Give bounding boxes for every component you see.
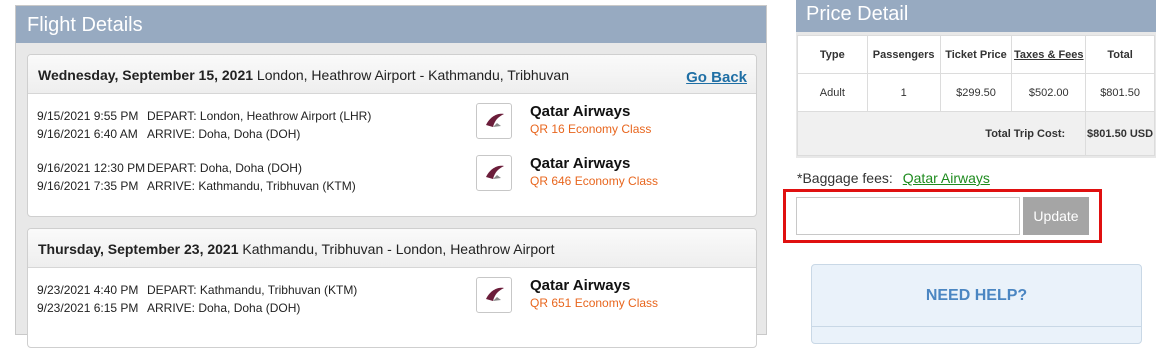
- flight-segment: 9/23/2021 4:40 PM DEPART: Kathmandu, Trib…: [28, 277, 756, 321]
- arrive-text: ARRIVE: Kathmandu, Tribhuvan (KTM): [147, 179, 356, 193]
- leg-header: Wednesday, September 15, 2021 London, He…: [28, 55, 756, 94]
- promo-code-box: Update: [783, 189, 1102, 243]
- cell-ticket-price: $299.50: [939, 73, 1013, 112]
- depart-text: DEPART: London, Heathrow Airport (LHR): [147, 109, 372, 123]
- total-trip-cost-label: Total Trip Cost:: [796, 111, 1087, 156]
- baggage-fees: *Baggage fees: Qatar Airways: [797, 170, 990, 186]
- column-header-type: Type: [797, 35, 868, 74]
- price-detail-title: Price Detail: [796, 0, 1156, 32]
- depart-text: DEPART: Kathmandu, Tribhuvan (KTM): [147, 283, 358, 297]
- update-button[interactable]: Update: [1023, 197, 1089, 235]
- leg-route: London, Heathrow Airport - Kathmandu, Tr…: [253, 67, 569, 83]
- divider: [812, 326, 1141, 327]
- flight-leg-card: Thursday, September 23, 2021 Kathmandu, …: [27, 228, 757, 348]
- qatar-airways-logo-icon: [476, 277, 512, 313]
- depart-time: 9/23/2021 4:40 PM: [37, 283, 139, 297]
- leg-date: Thursday, September 23, 2021: [38, 241, 239, 257]
- flight-segment: 9/15/2021 9:55 PM DEPART: London, Heathro…: [28, 103, 756, 147]
- leg-date: Wednesday, September 15, 2021: [38, 67, 254, 83]
- cell-passengers: 1: [866, 73, 941, 112]
- need-help-title: NEED HELP?: [925, 287, 1028, 304]
- go-back-link[interactable]: Go Back: [686, 69, 747, 86]
- arrive-text: ARRIVE: Doha, Doha (DOH): [147, 301, 301, 315]
- baggage-fees-label: *Baggage fees:: [797, 170, 893, 186]
- depart-time: 9/15/2021 9:55 PM: [37, 109, 139, 123]
- cell-total: $801.50: [1085, 73, 1155, 112]
- segment-times: 9/23/2021 4:40 PM DEPART: Kathmandu, Trib…: [37, 281, 357, 317]
- arrive-time: 9/16/2021 7:35 PM: [37, 179, 139, 193]
- depart-time: 9/16/2021 12:30 PM: [37, 161, 146, 175]
- column-header-passengers: Passengers: [866, 35, 941, 74]
- flight-leg-card: Wednesday, September 15, 2021 London, He…: [27, 54, 757, 217]
- promo-code-input[interactable]: [796, 197, 1020, 235]
- table-row: Adult 1 $299.50 $502.00 $801.50: [797, 73, 1155, 112]
- airline-name: Qatar Airways: [530, 277, 631, 294]
- price-table: Type Passengers Ticket Price Taxes & Fee…: [796, 35, 1155, 156]
- arrive-time: 9/23/2021 6:15 PM: [37, 301, 139, 315]
- leg-header: Thursday, September 23, 2021 Kathmandu, …: [28, 229, 756, 268]
- leg-route: Kathmandu, Tribhuvan - London, Heathrow …: [238, 241, 555, 257]
- price-table-header-row: Type Passengers Ticket Price Taxes & Fee…: [797, 35, 1155, 74]
- airline-name: Qatar Airways: [530, 103, 631, 120]
- column-header-total: Total: [1085, 35, 1155, 74]
- need-help-box: NEED HELP?: [811, 264, 1142, 344]
- column-header-ticket-price: Ticket Price: [939, 35, 1013, 74]
- flight-segment: 9/16/2021 12:30 PM DEPART: Doha, Doha (DO…: [28, 155, 756, 199]
- total-row: Total Trip Cost: $801.50 USD: [796, 111, 1155, 156]
- total-trip-cost-value: $801.50 USD: [1085, 111, 1155, 156]
- flight-details-panel: Flight Details Wednesday, September 15, …: [15, 5, 767, 348]
- cell-taxes-fees: $502.00: [1011, 73, 1087, 112]
- qatar-airways-logo-icon: [476, 103, 512, 139]
- arrive-time: 9/16/2021 6:40 AM: [37, 127, 138, 141]
- arrive-text: ARRIVE: Doha, Doha (DOH): [147, 127, 301, 141]
- column-header-taxes-fees[interactable]: Taxes & Fees: [1011, 35, 1087, 74]
- segment-times: 9/15/2021 9:55 PM DEPART: London, Heathro…: [37, 107, 371, 143]
- flight-class: QR 651 Economy Class: [530, 296, 659, 310]
- qatar-airways-logo-icon: [476, 155, 512, 191]
- flight-details-title: Flight Details: [16, 6, 766, 43]
- price-detail-panel: Price Detail Type Passengers Ticket Pric…: [796, 0, 1156, 158]
- flight-class: QR 16 Economy Class: [530, 122, 652, 136]
- airline-name: Qatar Airways: [530, 155, 631, 172]
- segment-times: 9/16/2021 12:30 PM DEPART: Doha, Doha (DO…: [37, 159, 356, 195]
- depart-text: DEPART: Doha, Doha (DOH): [147, 161, 302, 175]
- baggage-fees-link[interactable]: Qatar Airways: [903, 170, 990, 186]
- flight-class: QR 646 Economy Class: [530, 174, 659, 188]
- cell-type: Adult: [797, 73, 868, 112]
